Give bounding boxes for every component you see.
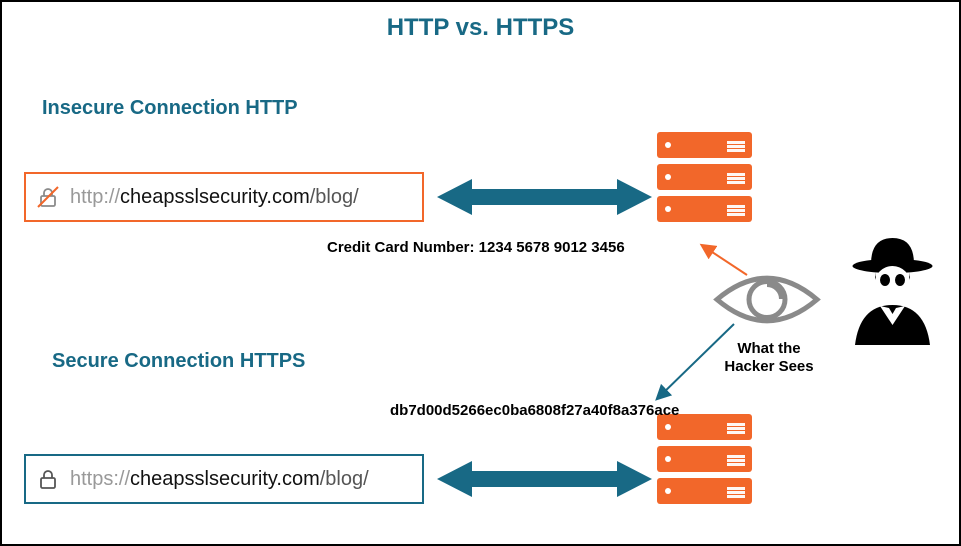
- http-url-host: cheapsslsecurity.com: [120, 186, 310, 208]
- server-icon: [657, 196, 752, 222]
- server-icon: [657, 446, 752, 472]
- ciphertext-data: db7d00d5266ec0ba6808f27a40f8a376ace: [390, 402, 679, 419]
- hacker-icon: [835, 230, 950, 350]
- insecure-lock-icon: [34, 183, 62, 211]
- eye-to-ciphertext-arrow: [652, 320, 742, 410]
- https-address-bar: https://cheapsslsecurity.com/blog/: [24, 454, 424, 504]
- http-url-path: /blog/: [310, 186, 359, 208]
- https-server-stack: [657, 414, 752, 504]
- server-icon: [657, 164, 752, 190]
- http-server-stack: [657, 132, 752, 222]
- https-double-arrow: [437, 459, 652, 504]
- https-url-scheme: https://: [70, 468, 130, 490]
- plaintext-data: Credit Card Number: 1234 5678 9012 3456: [327, 239, 625, 256]
- secure-lock-icon: [34, 465, 62, 493]
- eye-to-plaintext-arrow: [697, 240, 752, 285]
- server-icon: [657, 132, 752, 158]
- diagram-frame: HTTP vs. HTTPS Insecure Connection HTTP …: [0, 0, 961, 546]
- diagram-title: HTTP vs. HTTPS: [2, 14, 959, 42]
- https-section-label: Secure Connection HTTPS: [52, 350, 305, 373]
- server-icon: [657, 478, 752, 504]
- http-url-text: http://cheapsslsecurity.com/blog/: [70, 186, 359, 209]
- https-url-text: https://cheapsslsecurity.com/blog/: [70, 468, 369, 491]
- http-double-arrow: [437, 177, 652, 222]
- https-url-host: cheapsslsecurity.com: [130, 468, 320, 490]
- http-url-scheme: http://: [70, 186, 120, 208]
- https-url-path: /blog/: [320, 468, 369, 490]
- http-section-label: Insecure Connection HTTP: [42, 97, 298, 120]
- http-address-bar: http://cheapsslsecurity.com/blog/: [24, 172, 424, 222]
